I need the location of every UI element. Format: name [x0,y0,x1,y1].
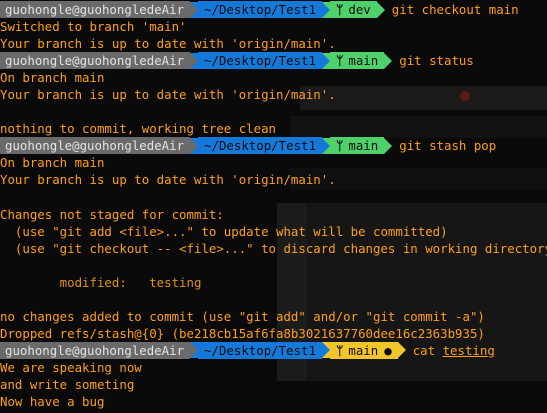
prompt-path: ~/Desktop/Test1 [198,52,322,70]
output-line: Now have a bug [0,394,105,410]
prompt-user-host: guohongle@guohongledeAir [0,52,191,70]
output-line: Your branch is up to date with 'origin/m… [0,172,336,188]
branch-name: main [348,53,379,69]
command-text: cat [412,342,436,358]
typed-command: cat testing [406,343,495,358]
output-line: (use "git add <file>..." to update what … [0,223,448,239]
prompt-git-branch: ᛘ dev [329,1,377,19]
branch-name: main [348,138,379,154]
powerline-separator-icon [376,1,385,18]
output-line: (use "git checkout -- <file>..." to disc… [0,240,547,256]
output-line: Your branch is up to date with 'origin/m… [0,36,336,52]
typed-command: git status [392,53,474,68]
prompt-git-branch: ᛘ main ● [329,341,398,359]
powerline-separator-icon [384,52,393,69]
prompt-user-host: guohongle@guohongledeAir [0,1,191,19]
output-line: Switched to branch 'main' [0,19,187,35]
git-branch-icon: ᛘ [335,138,344,154]
powerline-separator-icon [190,1,199,18]
powerline-separator-icon [321,342,330,359]
prompt-git-branch: ᛘ main [329,52,385,70]
prompt-user-host: guohongle@guohongledeAir [0,137,191,155]
dirty-status-icon: ● [384,342,392,358]
git-branch-icon: ᛘ [335,342,344,358]
output-line: On branch main [0,155,105,171]
prompt-user-host: guohongle@guohongledeAir [0,341,191,359]
output-line: nothing to commit, working tree clean [0,121,277,137]
branch-name: dev [348,2,371,17]
shell-prompt: guohongle@guohongledeAir ~/Desktop/Test1 ᛘ… [0,52,547,70]
command-argument: testing [442,342,495,358]
powerline-separator-icon [190,52,199,69]
prompt-path: ~/Desktop/Test1 [198,1,322,19]
prompt-path: ~/Desktop/Test1 [198,137,322,155]
output-line: On branch main [0,70,105,86]
powerline-separator-icon [321,137,330,154]
typed-command: git stash pop [392,138,496,153]
powerline-separator-icon [397,342,406,359]
git-branch-icon: ᛘ [335,53,344,69]
prompt-path: ~/Desktop/Test1 [198,341,322,359]
typed-command: git checkout main [385,2,519,17]
powerline-separator-icon [384,137,393,154]
shell-prompt: guohongle@guohongledeAir ~/Desktop/Test1 ᛘ… [0,341,547,359]
powerline-separator-icon [321,1,330,18]
terminal-output[interactable]: guohongle@guohongledeAir ~/Desktop/Test1 ᛘ… [0,1,547,410]
shell-prompt: guohongle@guohongledeAir ~/Desktop/Test1 ᛘ… [0,137,547,155]
command-text: git status [399,53,474,69]
output-line: We are speaking now [0,359,142,375]
output-line: Your branch is up to date with 'origin/m… [0,87,336,103]
powerline-separator-icon [321,52,330,69]
prompt-git-branch: ᛘ main [329,137,385,155]
git-branch-icon: ᛘ [335,2,344,17]
output-line: and write someting [0,377,135,393]
branch-name: main [348,342,379,358]
output-line: no changes added to commit (use "git add… [0,308,485,324]
modified-file-line: modified: testing [0,274,202,290]
shell-prompt: guohongle@guohongledeAir ~/Desktop/Test1 ᛘ… [0,1,547,19]
powerline-separator-icon [190,137,199,154]
output-line: Dropped refs/stash@{0} (be218cb15af6fa8b… [0,325,485,341]
powerline-separator-icon [190,342,199,359]
output-line: Changes not staged for commit: [0,206,224,222]
command-text: git stash pop [399,138,497,154]
command-text: git checkout main [391,2,519,18]
